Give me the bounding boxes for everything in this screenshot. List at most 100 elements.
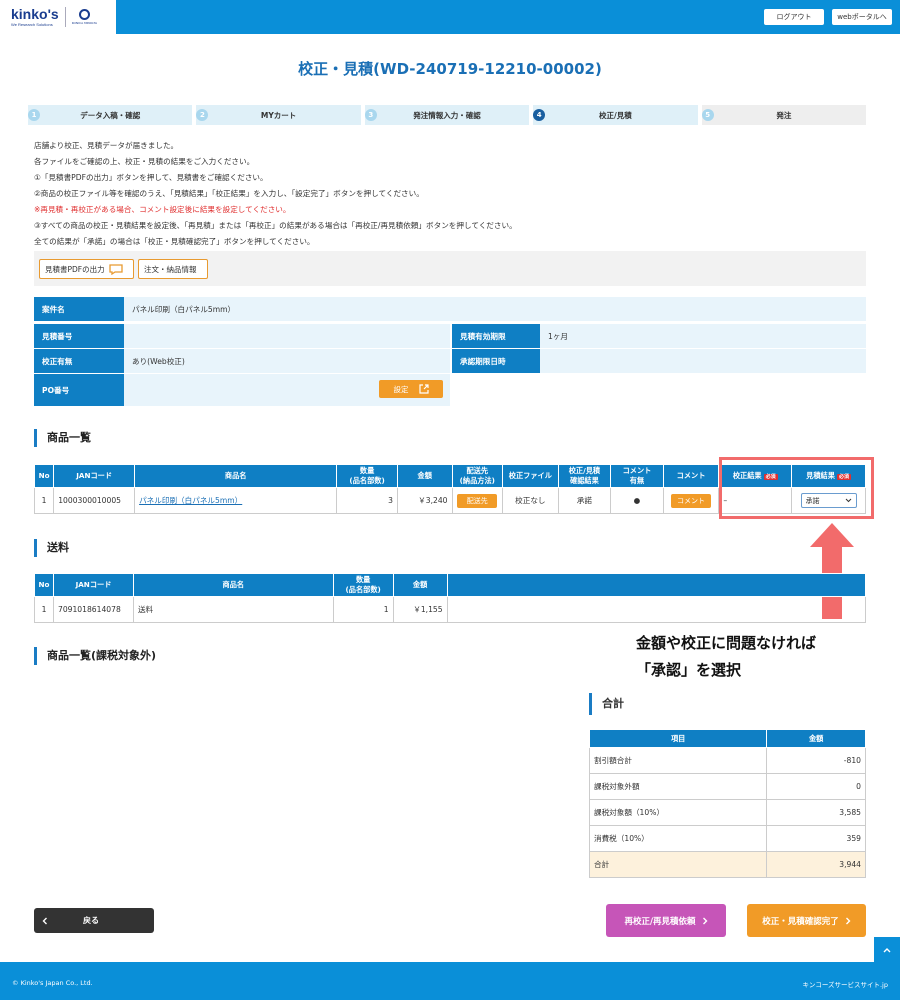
col-comment: コメント <box>662 464 720 488</box>
estimate-no-label: 見積番号 <box>34 324 124 348</box>
totals-title: 合計 <box>589 693 624 715</box>
totals-label: 合計 <box>588 851 768 878</box>
col-amount: 金額 <box>392 573 448 597</box>
instruction-line: ①「見積書PDFの出力」ボタンを押して、見積書をご確認ください。 <box>34 173 268 182</box>
row-no: 1 <box>33 487 55 514</box>
external-link-icon <box>418 384 429 394</box>
step-number: 3 <box>364 109 377 121</box>
col-proof-file: 校正ファイル <box>502 464 559 488</box>
totals-row: 消費税（10%） 359 <box>588 825 866 852</box>
step-number: 2 <box>196 109 209 121</box>
step-number: 5 <box>701 109 714 121</box>
row-qty: 3 <box>336 487 398 514</box>
proof-value: あり(Web校正) <box>124 349 450 373</box>
back-button[interactable]: 戻る <box>34 908 154 933</box>
partner-logo: KONICA MINOLTA <box>72 9 97 25</box>
row-ship-cell: 配送先 <box>451 487 504 514</box>
step-label: MYカート <box>260 110 297 120</box>
step-1: 1 データ入稿・確認 <box>28 105 193 125</box>
totals-value: -810 <box>766 747 866 774</box>
po-setting-label: 設定 <box>393 384 409 394</box>
logo[interactable]: kinko's We Research Solutions KONICA MIN… <box>0 0 116 34</box>
scroll-top-button[interactable] <box>874 937 900 963</box>
approval-deadline-value <box>540 349 866 373</box>
col-qty: 数量 (品名部数) <box>336 464 398 488</box>
col-qty-line2: (品名部数) <box>345 585 381 594</box>
callout-note: 金額や校正に問題なければ 「承認」を選択 <box>636 630 816 684</box>
row-amount: ￥3,240 <box>396 487 453 514</box>
service-site-link[interactable]: キンコーズサービスサイト.jp <box>803 979 888 989</box>
row-proof-file: 校正なし <box>502 487 559 514</box>
comment-button[interactable]: コメント <box>671 493 712 508</box>
partner-logo-icon <box>78 9 90 20</box>
step-label: 発注情報入力・確認 <box>413 110 481 120</box>
col-qty-line2: (品名部数) <box>349 476 385 485</box>
col-no: No <box>33 464 55 488</box>
step-label: データ入稿・確認 <box>80 110 141 120</box>
validity-label: 見積有効期限 <box>452 324 540 348</box>
col-qty: 数量 (品名部数) <box>332 573 394 597</box>
step-label: 発注 <box>776 110 792 120</box>
footer: © Kinko's Japan Co., Ltd. キンコーズサービスサイト.j… <box>0 962 900 1000</box>
col-comment-line2: 有無 <box>629 476 645 485</box>
callout-line: 金額や校正に問題なければ <box>636 634 817 652</box>
step-2: 2 MYカート <box>196 105 361 125</box>
row-name: 送料 <box>132 596 334 623</box>
col-empty <box>446 573 867 597</box>
col-confirm-line2: 確認結果 <box>570 476 599 485</box>
step-3: 3 発注情報入力・確認 <box>364 105 530 125</box>
col-item: 項目 <box>588 729 768 748</box>
col-name: 商品名 <box>132 573 334 597</box>
logo-sub: We Research Solutions <box>11 22 53 27</box>
estimate-no-value <box>124 324 450 348</box>
confirm-complete-button[interactable]: 校正・見積確認完了 <box>747 904 866 937</box>
row-no: 1 <box>34 596 54 623</box>
step-label: 校正/見積 <box>599 110 632 120</box>
step-5: 5 発注 <box>701 105 867 125</box>
step-4-current: 4 校正/見積 <box>533 105 698 125</box>
row-name-cell: パネル印刷（白パネル5mm） <box>134 487 338 514</box>
col-qty-line1: 数量 <box>359 466 375 475</box>
chevron-left-icon <box>42 917 47 924</box>
highlight-frame <box>719 457 874 519</box>
po-label: PO番号 <box>34 374 124 406</box>
totals-value: 359 <box>766 825 866 852</box>
portal-button[interactable]: webポータルへ <box>832 9 892 25</box>
col-confirm: 校正/見積 確認結果 <box>557 464 612 488</box>
instruction-line: ③すべての商品の校正・見積結果を設定後、「再見積」または「再校正」の結果がある場… <box>34 221 517 230</box>
col-confirm-line1: 校正/見積 <box>568 466 601 475</box>
col-amount: 金額 <box>396 464 453 488</box>
col-name: 商品名 <box>134 464 338 488</box>
order-info-button[interactable]: 注文・納品情報 <box>138 259 208 279</box>
shipping-table: No JANコード 商品名 数量 (品名部数) 金額 1 709101861407… <box>34 573 867 623</box>
project-label: 案件名 <box>34 297 124 321</box>
step-number: 4 <box>533 109 546 121</box>
speech-bubble-icon <box>108 263 123 275</box>
proof-label: 校正有無 <box>34 349 124 373</box>
pdf-output-button[interactable]: 見積書PDFの出力 <box>39 259 134 279</box>
partner-logo-text: KONICA MINOLTA <box>71 21 98 25</box>
instruction-line: 店舗より校正、見積データが届きました。 <box>34 141 179 150</box>
shipping-section-title: 送料 <box>34 539 69 557</box>
row-confirm: 承諾 <box>557 487 612 514</box>
instruction-line: ②商品の校正ファイル等を確認のうえ、「見積結果」「校正結果」を入力し、「設定完了… <box>34 189 424 198</box>
po-setting-button[interactable]: 設定 <box>379 380 443 398</box>
product-name-link[interactable]: パネル印刷（白パネル5mm） <box>139 496 242 505</box>
re-request-button[interactable]: 再校正/再見積依頼 <box>606 904 726 937</box>
totals-value: 0 <box>766 773 866 800</box>
callout-line: 「承認」を選択 <box>636 661 742 679</box>
col-jan: JANコード <box>52 573 134 597</box>
chevron-right-icon <box>845 917 851 924</box>
col-ship: 配送先 (納品方法) <box>451 464 504 488</box>
instruction-warning: ※再見積・再校正がある場合、コメント設定後に結果を設定してください。 <box>34 205 291 214</box>
totals-row: 割引額合計 -810 <box>588 747 866 774</box>
totals-value: 3,944 <box>766 851 866 878</box>
col-amount: 金額 <box>766 729 866 748</box>
project-value: パネル印刷（白パネル5mm） <box>124 297 866 321</box>
row-jan: 1000300010005 <box>53 487 136 514</box>
validity-value: 1ヶ月 <box>540 324 866 348</box>
logout-button[interactable]: ログアウト <box>764 9 824 25</box>
ship-to-button[interactable]: 配送先 <box>457 493 498 508</box>
col-jan: JANコード <box>53 464 136 488</box>
col-ship-line2: (納品方法) <box>459 476 495 485</box>
